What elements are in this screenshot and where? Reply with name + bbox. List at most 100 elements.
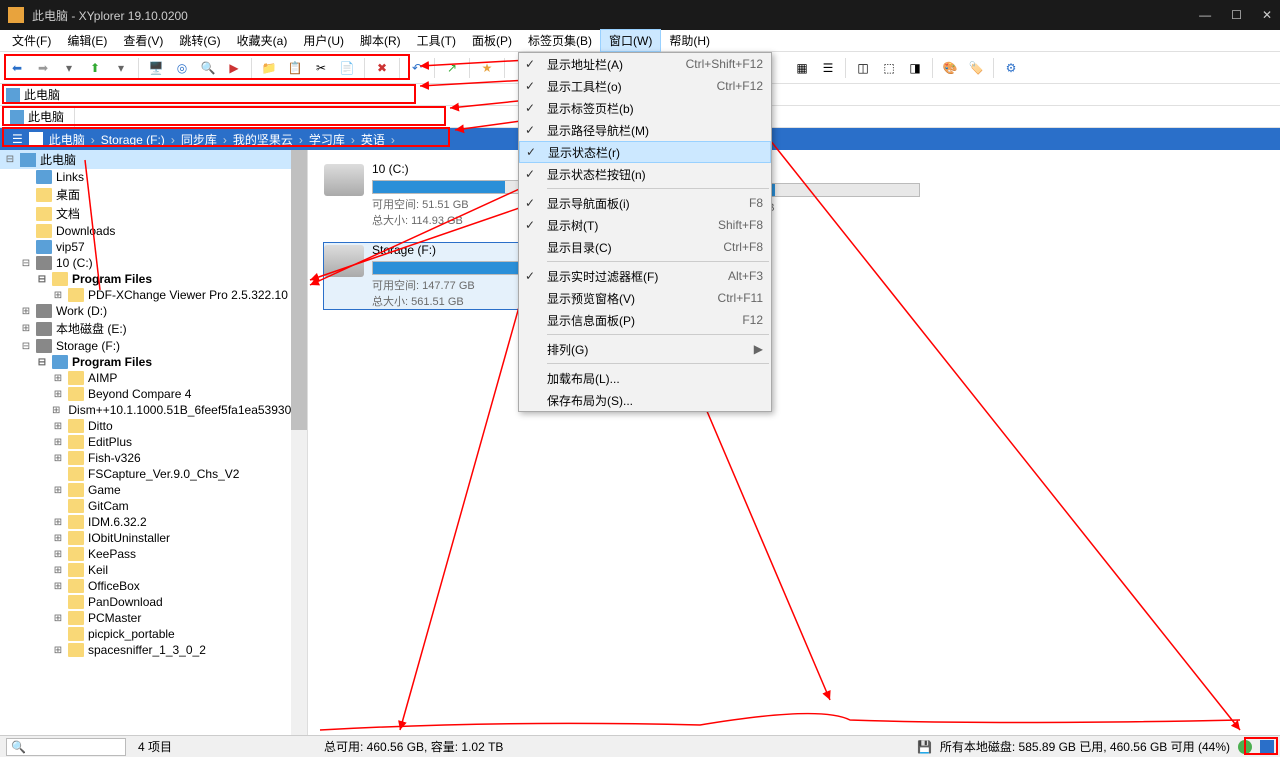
- tree-item[interactable]: ⊞IDM.6.32.2: [0, 514, 307, 530]
- tree-item[interactable]: ⊞Dism++10.1.1000.51B_6feef5fa1ea53930ecd…: [0, 402, 307, 418]
- breadcrumb-item[interactable]: 同步库: [175, 133, 223, 147]
- menu-item[interactable]: 显示信息面板(P)F12: [519, 309, 771, 331]
- folder-add-icon[interactable]: 📁: [258, 57, 280, 79]
- tab-thispc[interactable]: 此电脑: [0, 106, 75, 127]
- tree-item[interactable]: ⊟此电脑: [0, 150, 307, 169]
- tree-item[interactable]: Downloads: [0, 223, 307, 239]
- color-icon[interactable]: 🎨: [939, 57, 961, 79]
- copy-icon[interactable]: 📋: [284, 57, 306, 79]
- tree-item[interactable]: 桌面: [0, 185, 307, 204]
- plus-icon[interactable]: ⊞: [20, 323, 32, 334]
- plus-icon[interactable]: ⊞: [52, 405, 60, 416]
- tree-item[interactable]: 文档: [0, 204, 307, 223]
- minus-icon[interactable]: ⊟: [36, 357, 48, 368]
- search-icon[interactable]: 🔍: [197, 57, 219, 79]
- filter-input[interactable]: 🔍: [6, 738, 126, 756]
- menu-8[interactable]: 面板(P): [464, 30, 520, 51]
- minus-icon[interactable]: ⊟: [4, 154, 16, 165]
- breadcrumb-item[interactable]: 学习库: [303, 133, 351, 147]
- tree-item[interactable]: ⊟10 (C:): [0, 255, 307, 271]
- tree-item[interactable]: GitCam: [0, 498, 307, 514]
- tree-item[interactable]: ⊞PCMaster: [0, 610, 307, 626]
- status-ok-icon[interactable]: [1238, 740, 1252, 754]
- plus-icon[interactable]: ⊞: [52, 549, 64, 560]
- paste-icon[interactable]: 📄: [336, 57, 358, 79]
- plus-icon[interactable]: ⊞: [52, 389, 64, 400]
- close-button[interactable]: ✕: [1262, 8, 1272, 22]
- tree-item[interactable]: ⊟Program Files: [0, 354, 307, 370]
- plus-icon[interactable]: ⊞: [52, 613, 64, 624]
- bookmark-icon[interactable]: ★: [476, 57, 498, 79]
- tree-item[interactable]: vip57: [0, 239, 307, 255]
- plus-icon[interactable]: ⊞: [52, 421, 64, 432]
- menu-3[interactable]: 跳转(G): [171, 30, 228, 51]
- menu-6[interactable]: 脚本(R): [352, 30, 409, 51]
- menu-item[interactable]: ✓显示状态栏(r): [519, 141, 771, 163]
- plus-icon[interactable]: ⊞: [52, 517, 64, 528]
- menu-11[interactable]: 帮助(H): [661, 30, 718, 51]
- tree-item[interactable]: ⊞spacesniffer_1_3_0_2: [0, 642, 307, 658]
- tree-item[interactable]: ⊞KeePass: [0, 546, 307, 562]
- tree-item[interactable]: ⊟Program Files: [0, 271, 307, 287]
- tree-item[interactable]: FSCapture_Ver.9.0_Chs_V2: [0, 466, 307, 482]
- preview-icon[interactable]: 🖥️: [145, 57, 167, 79]
- menu-item[interactable]: ✓显示状态栏按钮(n): [519, 163, 771, 185]
- menu-item[interactable]: ✓显示标签页栏(b): [519, 97, 771, 119]
- plus-icon[interactable]: ⊞: [52, 485, 64, 496]
- tree-item[interactable]: ⊞EditPlus: [0, 434, 307, 450]
- back-button[interactable]: ⬅: [6, 57, 28, 79]
- tree-item[interactable]: ⊞Work (D:): [0, 303, 307, 319]
- plus-icon[interactable]: ⊞: [52, 290, 64, 301]
- menu-item[interactable]: ✓显示导航面板(i)F8: [519, 192, 771, 214]
- menu-item[interactable]: 显示预览窗格(V)Ctrl+F11: [519, 287, 771, 309]
- tree-item[interactable]: ⊟Storage (F:): [0, 338, 307, 354]
- tree-item[interactable]: ⊞Ditto: [0, 418, 307, 434]
- go-icon[interactable]: ↗: [441, 57, 463, 79]
- minus-icon[interactable]: ⊟: [36, 274, 48, 285]
- menu-item[interactable]: ✓显示路径导航栏(M): [519, 119, 771, 141]
- scrollbar[interactable]: [291, 150, 307, 736]
- tree-item[interactable]: ⊞AIMP: [0, 370, 307, 386]
- menu-item[interactable]: ✓显示地址栏(A)Ctrl+Shift+F12: [519, 53, 771, 75]
- menu-item[interactable]: 保存布局为(S)...: [519, 389, 771, 411]
- tree-item[interactable]: picpick_portable: [0, 626, 307, 642]
- breadcrumb-item[interactable]: Storage (F:): [95, 133, 171, 147]
- tree-item[interactable]: ⊞PDF-XChange Viewer Pro 2.5.322.10: [0, 287, 307, 303]
- dropdown-arrow-2[interactable]: ▾: [110, 57, 132, 79]
- dropdown-arrow[interactable]: ▾: [58, 57, 80, 79]
- menu-9[interactable]: 标签页集(B): [520, 30, 600, 51]
- menu-2[interactable]: 查看(V): [115, 30, 171, 51]
- scrollthumb[interactable]: [291, 150, 307, 430]
- view-icon-2[interactable]: ☰: [817, 57, 839, 79]
- tree-item[interactable]: ⊞IObitUninstaller: [0, 530, 307, 546]
- panel-icon-1[interactable]: ◫: [852, 57, 874, 79]
- up-button[interactable]: ⬆: [84, 57, 106, 79]
- menu-icon[interactable]: ☰: [6, 132, 29, 146]
- forward-button[interactable]: ➡: [32, 57, 54, 79]
- target-icon[interactable]: ◎: [171, 57, 193, 79]
- plus-icon[interactable]: ⊞: [52, 645, 64, 656]
- plus-icon[interactable]: ⊞: [52, 581, 64, 592]
- tree-item[interactable]: ⊞Game: [0, 482, 307, 498]
- breadcrumb-item[interactable]: 英语: [355, 133, 391, 147]
- minus-icon[interactable]: ⊟: [20, 341, 32, 352]
- plus-icon[interactable]: ⊞: [52, 373, 64, 384]
- menu-item[interactable]: ✓显示实时过滤器框(F)Alt+F3: [519, 265, 771, 287]
- tag-icon[interactable]: 🏷️: [965, 57, 987, 79]
- menu-1[interactable]: 编辑(E): [59, 30, 115, 51]
- plus-icon[interactable]: ⊞: [20, 306, 32, 317]
- menu-item[interactable]: 排列(G)▶: [519, 338, 771, 360]
- plus-icon[interactable]: ⊞: [52, 437, 64, 448]
- breadcrumb-item[interactable]: 此电脑: [43, 133, 91, 147]
- menu-item[interactable]: ✓显示树(T)Shift+F8: [519, 214, 771, 236]
- panel-icon-3[interactable]: ◨: [904, 57, 926, 79]
- menu-5[interactable]: 用户(U): [295, 30, 352, 51]
- panel-icon-2[interactable]: ⬚: [878, 57, 900, 79]
- view-icon-1[interactable]: ▦: [791, 57, 813, 79]
- tree-item[interactable]: PanDownload: [0, 594, 307, 610]
- maximize-button[interactable]: ☐: [1231, 8, 1242, 22]
- menu-item[interactable]: ✓显示工具栏(o)Ctrl+F12: [519, 75, 771, 97]
- minus-icon[interactable]: ⊟: [20, 258, 32, 269]
- delete-icon[interactable]: ✖: [371, 57, 393, 79]
- tree-item[interactable]: ⊞Keil: [0, 562, 307, 578]
